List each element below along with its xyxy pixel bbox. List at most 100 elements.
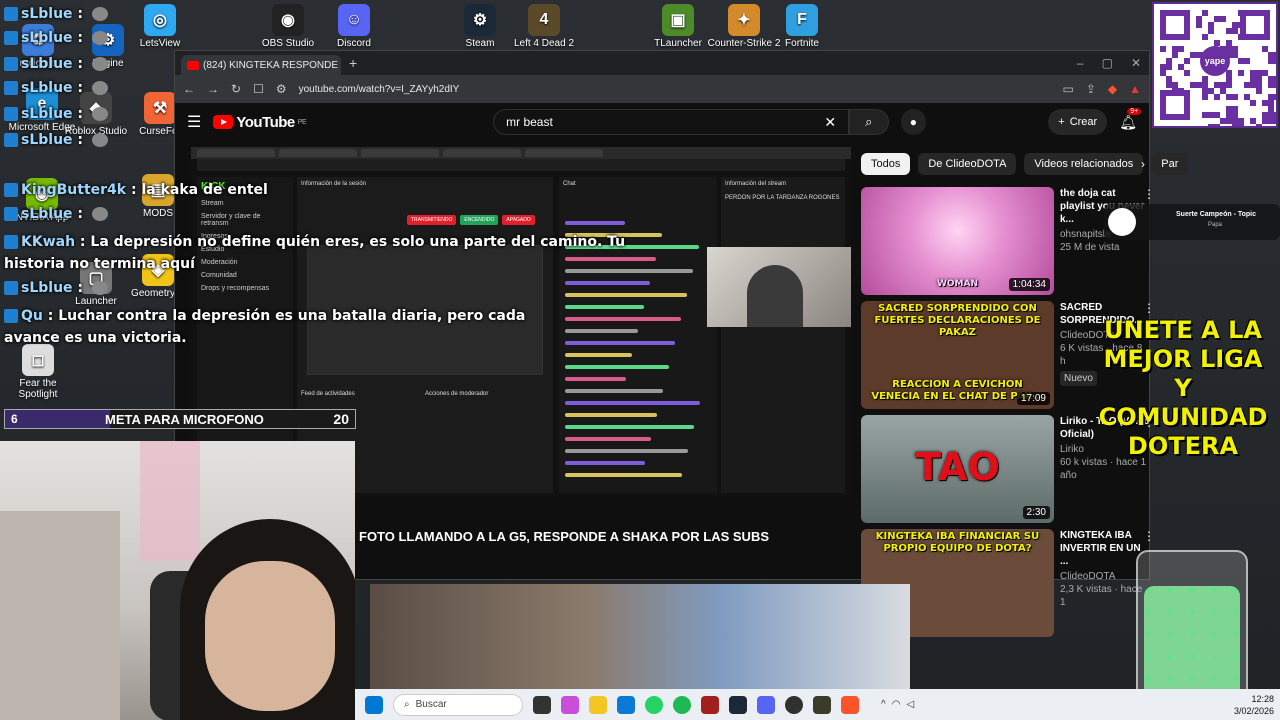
qr-module [1238, 34, 1244, 40]
app-icon: ▣ [662, 4, 694, 36]
volume-icon[interactable]: ◁ [906, 699, 914, 710]
session-title: Información de la sesión [301, 181, 367, 187]
chip-videos-relacionados[interactable]: Videos relacionados [1024, 153, 1144, 175]
qr-module [1226, 82, 1232, 88]
chat-line-placeholder [565, 413, 657, 417]
taskbar-search[interactable]: ⌕ Buscar [393, 693, 523, 716]
desktop-icon[interactable]: ◻ Fear the Spotlight [0, 344, 76, 400]
stream-info-panel: Información del stream PERDON POR LA TAR… [721, 177, 845, 493]
new-tab-icon[interactable]: + [349, 55, 357, 71]
emote-icon [91, 281, 108, 295]
discord-icon[interactable] [757, 695, 775, 714]
clock[interactable]: 12:28 3/02/2026 [1234, 693, 1274, 717]
user-badge-icon [4, 31, 18, 45]
kick-menu-item: Comunidad [201, 272, 237, 279]
more-options-icon[interactable]: ⋮ [1143, 187, 1155, 201]
minimize-icon[interactable]: – [1077, 56, 1084, 70]
chat-message: KingButter4k : la kaka de entel [4, 182, 268, 198]
dota-icon[interactable] [701, 695, 719, 714]
desktop-icon[interactable]: ◉ OBS Studio [250, 4, 326, 49]
chips-next-icon[interactable]: › [1141, 157, 1145, 171]
qr-module [1238, 10, 1244, 16]
wifi-icon[interactable]: ◠ [892, 699, 901, 710]
chat-line-placeholder [565, 365, 669, 369]
chat-text: la kaka de entel [141, 182, 268, 198]
emote-icon [91, 81, 108, 95]
brave-icon[interactable] [841, 695, 859, 714]
chip-par[interactable]: Par [1151, 153, 1189, 175]
whatsapp-icon[interactable] [645, 695, 663, 714]
game-icon[interactable] [813, 695, 831, 714]
chat-username: sLblue [21, 106, 73, 122]
file-explorer-icon[interactable] [589, 695, 607, 714]
bookmark-icon[interactable]: ☐ [253, 82, 264, 96]
webcam-feed [0, 441, 355, 720]
edge-icon[interactable] [617, 695, 635, 714]
chip-de-clideodota[interactable]: De ClideoDOTA [918, 153, 1017, 175]
app-icon: ◎ [144, 4, 176, 36]
start-icon[interactable] [365, 695, 383, 714]
chat-message: sLblue : [4, 280, 108, 296]
close-window-icon[interactable]: ✕ [1131, 56, 1141, 70]
rewards-icon[interactable]: ▲ [1129, 82, 1141, 96]
menu-icon[interactable]: ☰ [187, 112, 201, 132]
search-button[interactable]: ⌕ [849, 109, 889, 135]
search-input[interactable]: mr beast ✕ [493, 109, 850, 135]
qr-module [1160, 46, 1166, 52]
taskbar: ⌕ Buscar ^ ◠ ◁ 12:28 3/02/2026 [355, 689, 1280, 720]
forward-icon[interactable]: → [207, 82, 219, 96]
desktop-icon[interactable]: 4 Left 4 Dead 2 [506, 4, 582, 49]
desktop-icon[interactable]: F Fortnite [764, 4, 840, 49]
activity-feed-title: Feed de actividades [301, 391, 355, 397]
url-field[interactable]: youtube.com/watch?v=I_ZAYyh2dIY [299, 84, 1051, 95]
back-icon[interactable]: ← [183, 82, 195, 96]
create-label: Crear [1069, 116, 1098, 128]
video-title: FOTO LLAMANDO A LA G5, RESPONDE A SHAKA … [359, 529, 770, 544]
user-badge-icon [4, 57, 18, 71]
clear-search-icon[interactable]: ✕ [824, 114, 836, 131]
stream-status-badges: TRANSMITIENDO ENCENDIDO APAGADO [407, 215, 535, 225]
more-options-icon[interactable]: ⋮ [1143, 301, 1155, 315]
streamer-face [205, 561, 335, 711]
chat-message: sLblue : [4, 6, 108, 22]
youtube-logo[interactable]: YouTube PE [213, 114, 307, 131]
video-thumbnail[interactable]: TAO 2:30 [861, 415, 1054, 523]
user-badge-icon [4, 235, 18, 249]
site-info-icon[interactable]: ⚙ [276, 82, 287, 96]
emote-icon [91, 207, 108, 221]
status-badge: TRANSMITIENDO [407, 215, 457, 225]
qr-module [1220, 16, 1226, 22]
bell-icon: 🔔︎ [1119, 113, 1137, 130]
video-thumbnail[interactable]: WOMAN 1:04:34 [861, 187, 1054, 295]
taskbar-search-placeholder: Buscar [415, 699, 447, 710]
chat-message: sLblue : [4, 56, 108, 72]
desktop-icon[interactable]: ☺ Discord [316, 4, 392, 49]
chip-todos[interactable]: Todos [861, 153, 911, 175]
tray-chevron-icon[interactable]: ^ [881, 699, 886, 710]
steam-icon[interactable] [729, 695, 747, 714]
inner-tab [525, 149, 603, 157]
recommendation-item[interactable]: WOMAN 1:04:34 the doja cat playlist you ne… [861, 187, 1155, 295]
desktop-icon[interactable]: ▣ TLauncher [640, 4, 716, 49]
create-button[interactable]: + Crear [1048, 109, 1108, 135]
chat-line-placeholder [565, 317, 681, 321]
brave-shield-icon[interactable]: ◆ [1108, 82, 1117, 96]
video-thumbnail[interactable]: SACRED SORPRENDIDO CON FUERTES DECLARACI… [861, 301, 1054, 409]
app-icon: ◻ [22, 344, 54, 376]
reload-icon[interactable]: ↻ [231, 82, 241, 96]
browser-tab[interactable]: (824) KINGTEKA RESPONDE ✕ [181, 55, 341, 75]
qr-module [1172, 52, 1178, 58]
task-view-icon[interactable] [533, 695, 551, 714]
cast-icon[interactable]: ▭ [1062, 82, 1073, 96]
notifications-button[interactable]: 🔔︎ 9+ [1119, 107, 1142, 131]
share-icon[interactable]: ⇪ [1086, 82, 1096, 96]
qr-module [1214, 94, 1220, 100]
more-options-icon[interactable]: ⋮ [1143, 529, 1155, 543]
spotify-icon[interactable] [673, 695, 691, 714]
obs-icon[interactable] [785, 695, 803, 714]
maximize-icon[interactable]: ▢ [1102, 56, 1113, 70]
voice-search-button[interactable]: ● [900, 109, 927, 135]
emote-icon [91, 31, 108, 45]
now-playing-widget: Suerte Campeón - Topic Papa [1104, 204, 1280, 240]
copilot-icon[interactable] [561, 695, 579, 714]
